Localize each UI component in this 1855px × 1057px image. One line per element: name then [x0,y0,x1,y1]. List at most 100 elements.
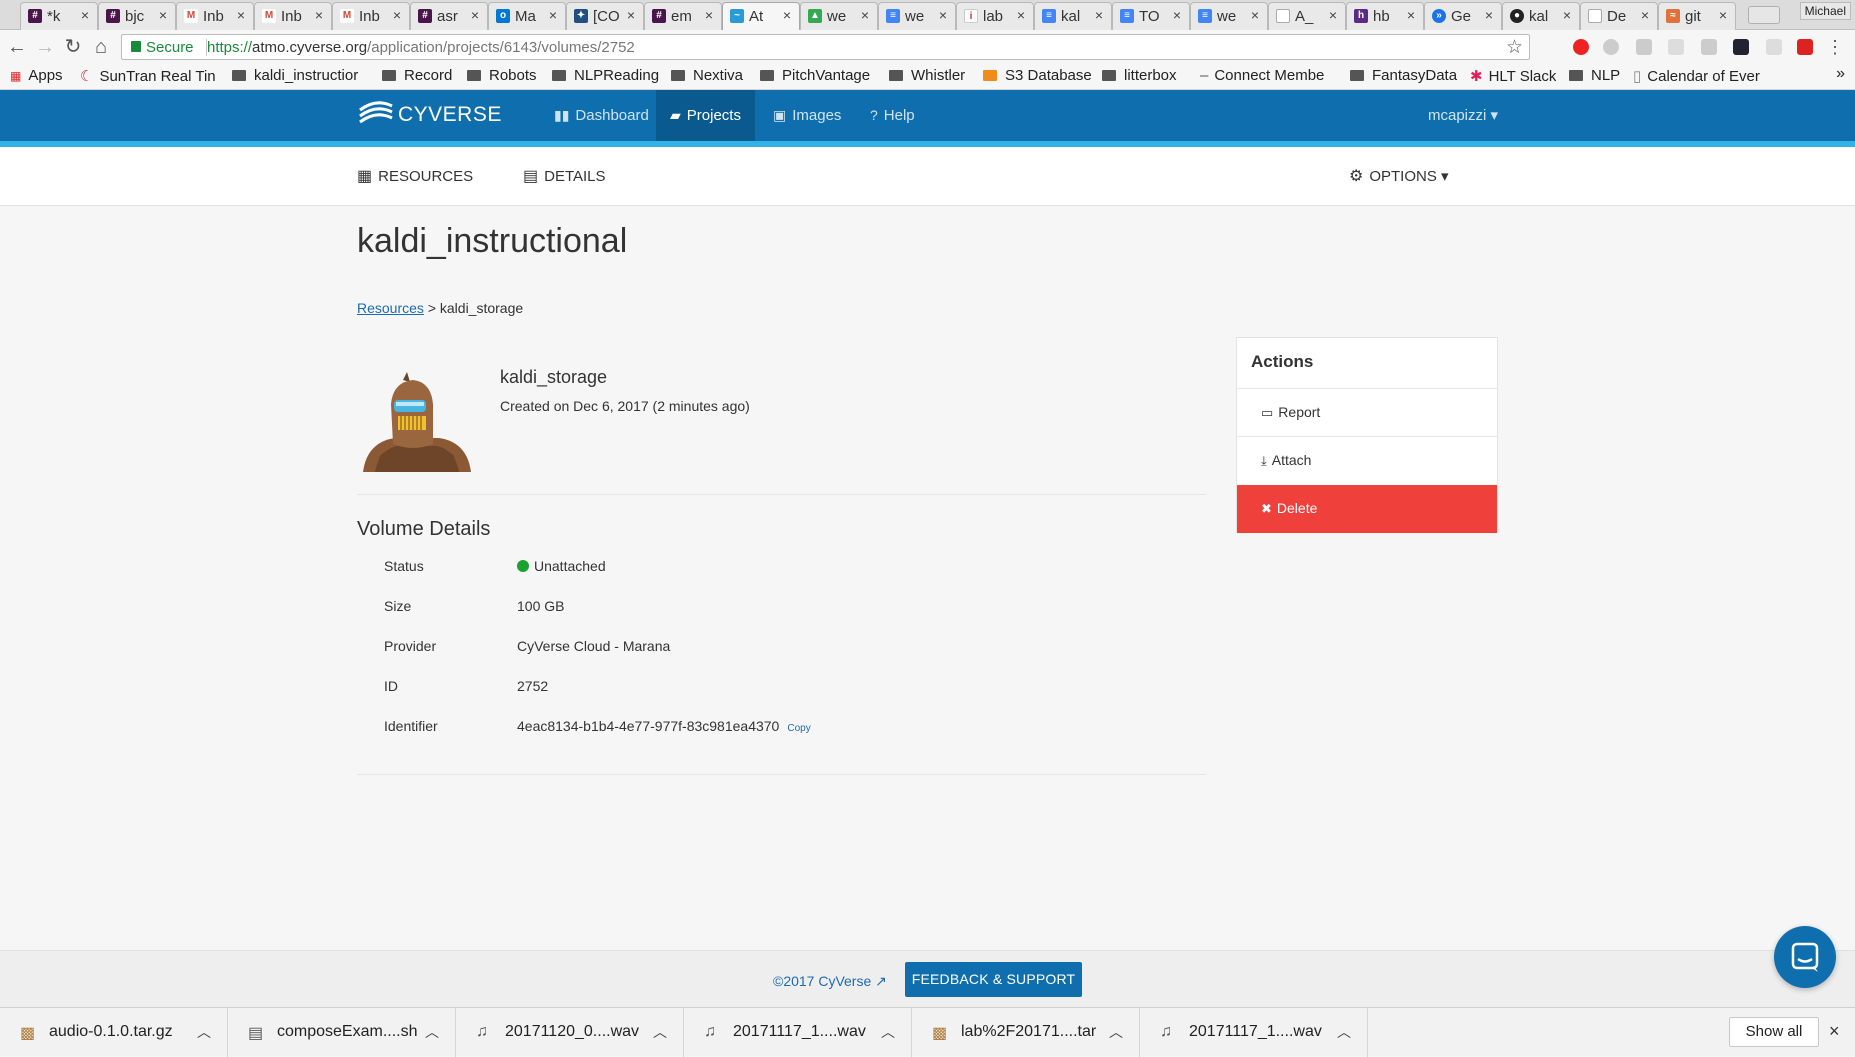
browser-tab[interactable]: ≡ TO × [1112,2,1190,30]
show-all-downloads-button[interactable]: Show all [1729,1017,1819,1047]
bookmark-item[interactable]: S3 Database [983,67,1092,84]
chevron-up-icon[interactable]: ︿ [653,1022,667,1042]
address-bar[interactable]: Secure https://atmo.cyverse.org/applicat… [121,34,1530,60]
bookmark-item[interactable]: ☾ SunTran Real Tin [80,67,220,85]
options-dropdown[interactable]: ⚙ OPTIONS ▾ [1349,166,1449,186]
close-downloads-icon[interactable]: × [1829,1021,1840,1042]
bookmark-folder[interactable]: FantasyData [1350,67,1457,84]
tab-close-icon[interactable]: × [81,7,89,23]
tab-close-icon[interactable]: × [1017,7,1025,23]
back-arrow-icon[interactable]: ← [5,35,29,59]
browser-tab[interactable]: ✦ [CO × [566,2,644,30]
bookmark-apps[interactable]: ▦ Apps [10,67,63,84]
tab-close-icon[interactable]: × [705,7,713,23]
subnav-resources[interactable]: ▦ RESOURCES [357,166,473,186]
bookmark-folder[interactable]: Record [382,67,452,84]
copyright-link[interactable]: ©2017 CyVerse ↗ [773,973,887,990]
extension-icon[interactable] [1668,39,1684,55]
extension-icon[interactable] [1766,39,1782,55]
chevron-up-icon[interactable]: ︿ [1109,1022,1123,1042]
browser-tab[interactable]: ≡ we × [1190,2,1268,30]
browser-tab[interactable]: ● kal × [1502,2,1580,30]
attach-button[interactable]: ⤓ Attach [1237,436,1497,484]
tab-close-icon[interactable]: × [1095,7,1103,23]
tab-close-icon[interactable]: × [1563,7,1571,23]
download-item[interactable]: ▩ lab%2F20171....tar ︿ [912,1008,1140,1057]
extension-icon[interactable] [1733,39,1749,55]
reload-icon[interactable]: ↻ [61,35,85,59]
bookmark-folder[interactable]: PitchVantage [760,67,870,84]
tab-close-icon[interactable]: × [1641,7,1649,23]
extension-icon[interactable] [1636,39,1652,55]
browser-tab[interactable]: ≡ kal × [1034,2,1112,30]
tab-close-icon[interactable]: × [237,7,245,23]
tab-close-icon[interactable]: × [393,7,401,23]
tab-close-icon[interactable]: × [315,7,323,23]
bookmark-item[interactable]: – Connect Membe [1200,67,1335,84]
browser-tab[interactable]: ▲ we × [800,2,878,30]
bookmark-item[interactable]: ▯ Calendar of Ever [1633,67,1768,85]
bookmark-folder[interactable]: NLP [1569,67,1620,84]
tab-close-icon[interactable]: × [1719,7,1727,23]
browser-tab[interactable]: o Ma × [488,2,566,30]
bookmark-folder[interactable]: NLPReading [552,67,659,84]
nav-dashboard[interactable]: ▮▮ Dashboard [540,90,663,141]
menu-icon[interactable]: ⋮ [1823,35,1847,59]
user-menu[interactable]: mcapizzi ▾ [1428,90,1498,141]
download-item[interactable]: ♫ 20171117_1....wav ︿ [1140,1008,1368,1057]
chevron-up-icon[interactable]: ︿ [425,1022,439,1042]
nav-images[interactable]: ▣ Images [759,90,855,141]
extension-icon[interactable] [1701,39,1717,55]
browser-tab[interactable]: # bjc × [98,2,176,30]
download-item[interactable]: ♫ 20171120_0....wav ︿ [456,1008,684,1057]
bookmark-folder[interactable]: kaldi_instructior [232,67,367,84]
browser-tab[interactable]: ≈ git × [1658,2,1736,30]
browser-tab[interactable]: h hb × [1346,2,1424,30]
bookmark-folder[interactable]: Robots [467,67,537,84]
browser-tab[interactable]: M Inb × [332,2,410,30]
tab-close-icon[interactable]: × [1329,7,1337,23]
browser-tab[interactable]: De × [1580,2,1658,30]
tab-close-icon[interactable]: × [159,7,167,23]
chevron-up-icon[interactable]: ︿ [197,1022,211,1042]
tab-close-icon[interactable]: × [939,7,947,23]
bookmark-item[interactable]: ✱ HLT Slack [1470,67,1556,85]
cyverse-logo[interactable]: CYVERSE [357,98,502,130]
browser-tab[interactable]: # em × [644,2,722,30]
browser-tab-active[interactable]: ~ At × [722,2,800,31]
tab-close-icon[interactable]: × [471,7,479,23]
breadcrumb-resources-link[interactable]: Resources [357,300,424,316]
chevron-up-icon[interactable]: ︿ [1337,1022,1351,1042]
chevron-up-icon[interactable]: ︿ [881,1022,895,1042]
browser-tab[interactable]: i lab × [956,2,1034,30]
bookmark-folder[interactable]: Whistler [889,67,965,84]
tab-close-icon[interactable]: × [1173,7,1181,23]
browser-tab[interactable]: # *k × [20,2,98,30]
nav-help[interactable]: ? Help [856,90,929,141]
forward-arrow-icon[interactable]: → [33,35,57,59]
tab-close-icon[interactable]: × [1407,7,1415,23]
download-item[interactable]: ▤ composeExam....sh ︿ [228,1008,456,1057]
browser-tab[interactable]: # asr × [410,2,488,30]
home-icon[interactable]: ⌂ [89,35,113,59]
profile-badge[interactable]: Michael [1799,2,1851,20]
subnav-details[interactable]: ▤ DETAILS [523,166,606,186]
opera-extension-icon[interactable] [1573,39,1589,55]
download-item[interactable]: ▩ audio-0.1.0.tar.gz ︿ [0,1008,228,1057]
copy-identifier-link[interactable]: Copy [787,723,810,734]
tab-close-icon[interactable]: × [1251,7,1259,23]
nav-projects[interactable]: ▰ Projects [656,90,755,141]
browser-tab[interactable]: A_ × [1268,2,1346,30]
delete-button[interactable]: ✖ Delete [1237,485,1497,533]
bookmark-star-icon[interactable]: ☆ [1506,36,1523,59]
extension-icon[interactable] [1797,39,1813,55]
bookmark-folder[interactable]: litterbox [1102,67,1177,84]
bookmarks-overflow-button[interactable]: » [1836,65,1845,83]
tab-close-icon[interactable]: × [783,7,791,23]
browser-tab[interactable]: » Ge × [1424,2,1502,30]
chat-widget-button[interactable] [1774,926,1836,988]
browser-tab[interactable]: M Inb × [254,2,332,30]
tab-close-icon[interactable]: × [627,7,635,23]
feedback-support-button[interactable]: FEEDBACK & SUPPORT [905,962,1082,997]
tab-close-icon[interactable]: × [549,7,557,23]
